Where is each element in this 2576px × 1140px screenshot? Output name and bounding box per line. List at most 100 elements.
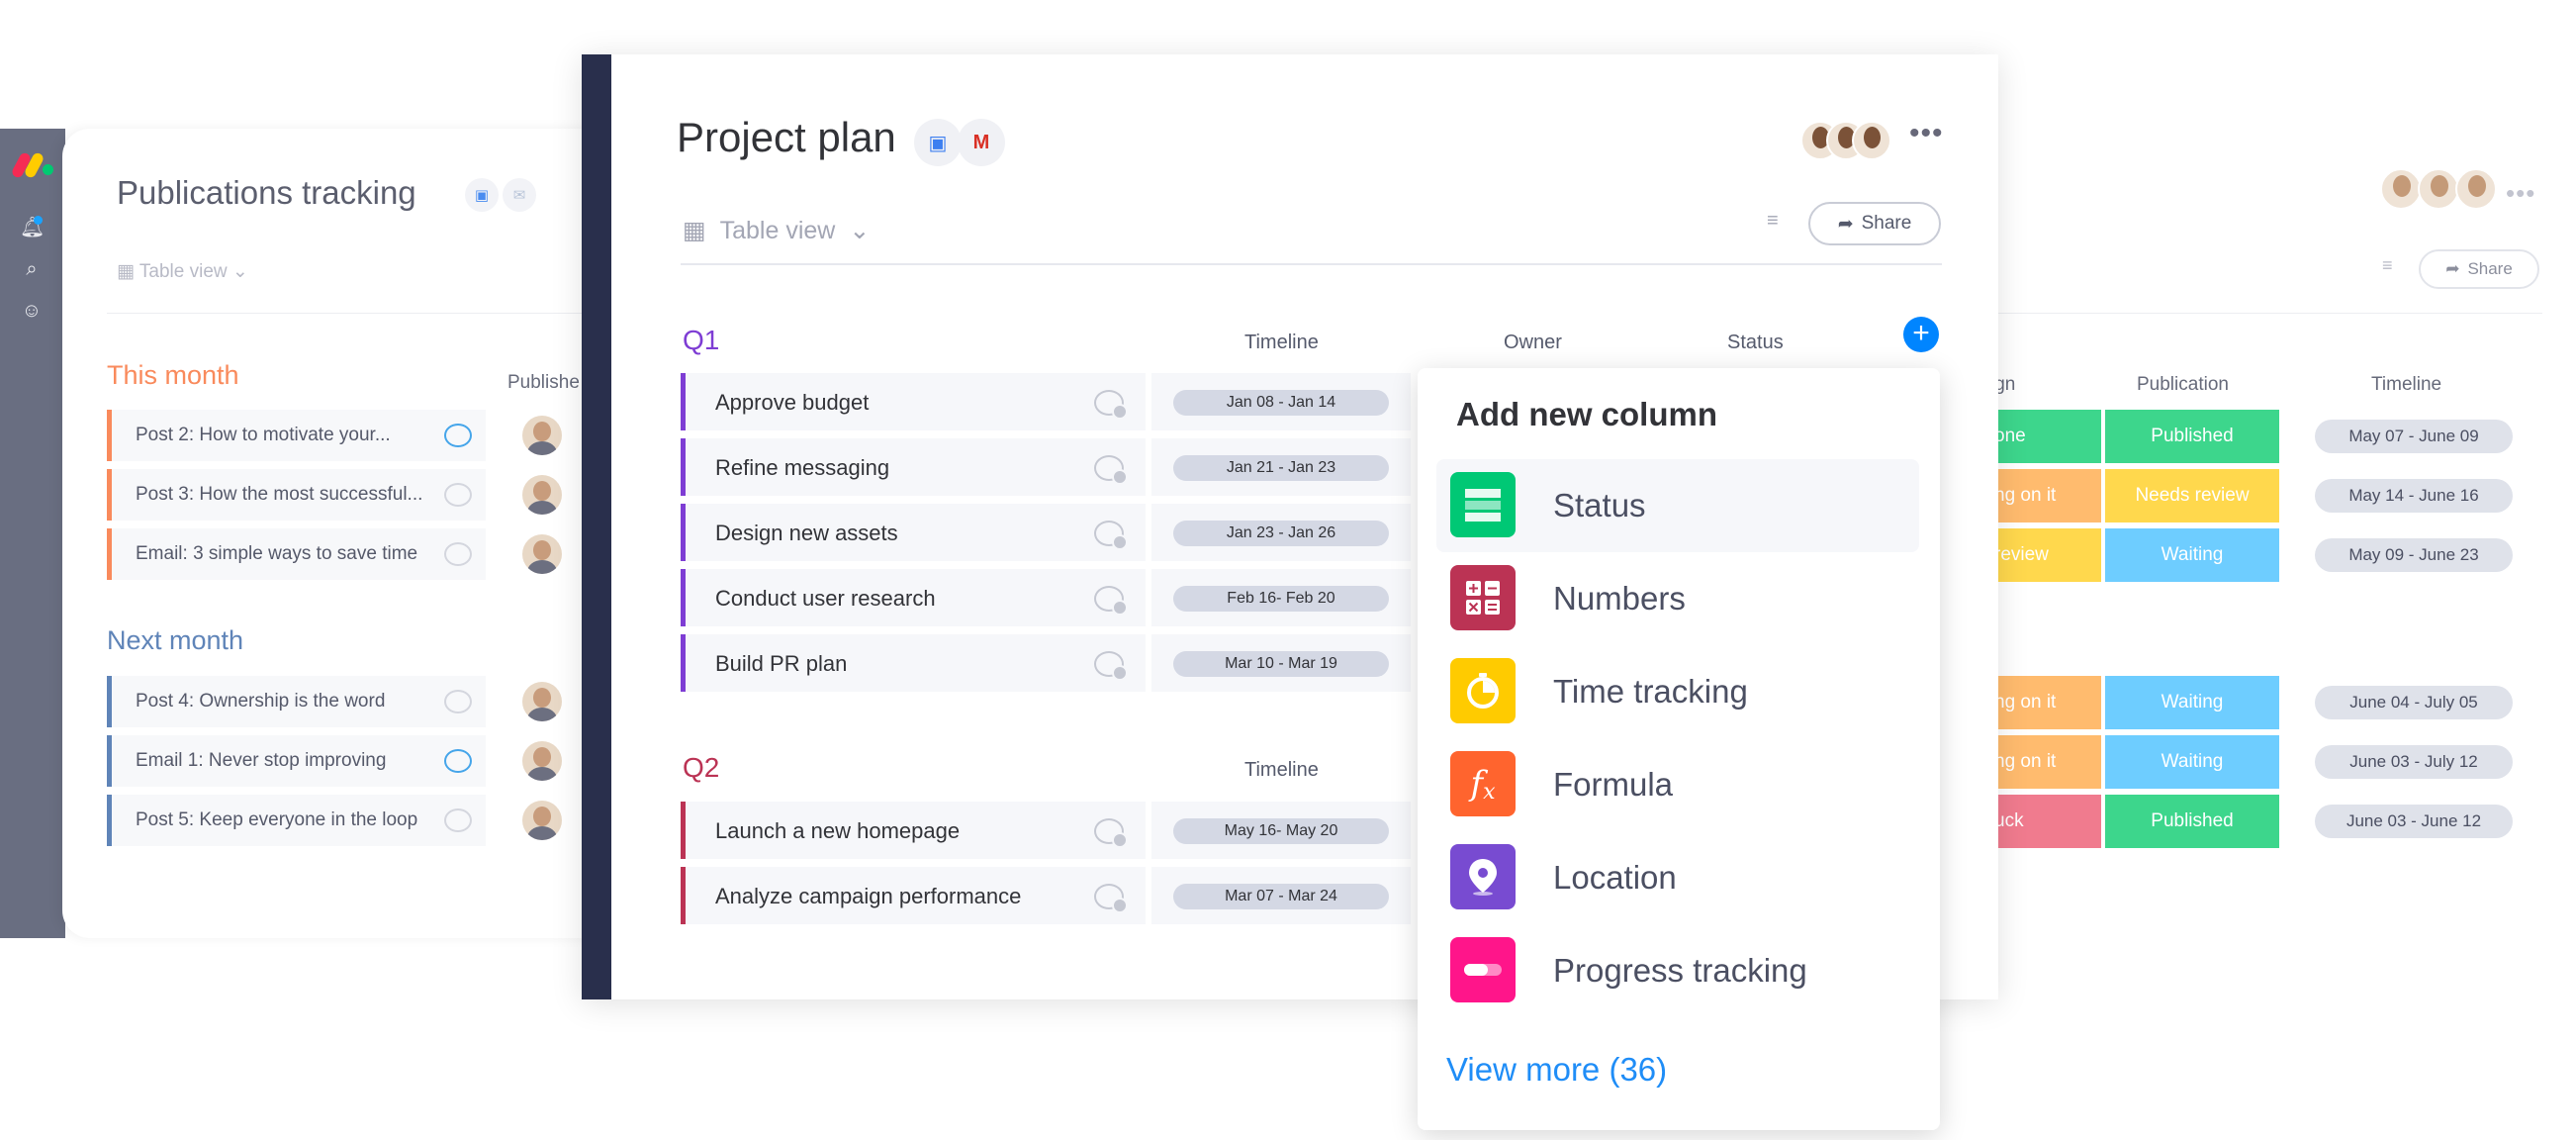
timeline-cell[interactable]: Jan 23 - Jan 26 (1151, 504, 1411, 561)
item-title[interactable]: Build PR plan (715, 651, 847, 677)
share-button[interactable]: ➦ Share (1808, 202, 1941, 245)
share-button-background[interactable]: ➦ Share (2419, 249, 2539, 289)
design-status-cell[interactable]: ng on it (1992, 735, 2101, 789)
table-row[interactable]: Analyze campaign performance (681, 867, 1146, 924)
design-status-cell[interactable]: ng on it (1992, 469, 2101, 522)
avatar (2418, 168, 2459, 210)
comment-icon[interactable] (1094, 651, 1128, 681)
table-row[interactable]: Design new assets (681, 504, 1146, 561)
comment-icon[interactable] (1094, 586, 1128, 616)
avatar (1852, 121, 1891, 160)
filter-icon[interactable]: ≡ (2382, 255, 2393, 276)
timeline-pill[interactable]: June 04 - July 05 (2315, 686, 2513, 719)
comment-icon[interactable] (1094, 455, 1128, 485)
item-title[interactable]: Analyze campaign performance (715, 884, 1021, 909)
table-row[interactable]: Build PR plan (681, 634, 1146, 692)
comment-icon[interactable] (444, 690, 472, 713)
design-status-cell[interactable]: review (1992, 528, 2101, 582)
timeline-pill[interactable]: May 09 - June 23 (2315, 538, 2513, 572)
comment-icon[interactable] (1094, 390, 1128, 420)
design-status-cell[interactable]: uck (1992, 795, 2101, 848)
notification-badge (34, 216, 43, 225)
list-item[interactable]: Post 2: How to motivate your... (107, 410, 486, 461)
comment-icon[interactable] (444, 483, 472, 507)
list-item[interactable]: Post 4: Ownership is the word (107, 676, 486, 727)
comment-icon[interactable] (1094, 521, 1128, 550)
item-title[interactable]: Conduct user research (715, 586, 936, 612)
list-item[interactable]: Email: 3 simple ways to save time (107, 528, 486, 580)
gmail-integration-icon: M (958, 119, 1005, 166)
column-option-progress-tracking[interactable]: Progress tracking (1436, 924, 1919, 1017)
column-header-status: Status (1727, 332, 1784, 353)
timeline-pill: Jan 21 - Jan 23 (1173, 455, 1389, 481)
comment-icon[interactable] (444, 424, 472, 447)
timeline-cell[interactable]: Mar 07 - Mar 24 (1151, 867, 1411, 924)
list-item[interactable]: Email 1: Never stop improving (107, 735, 486, 787)
design-status-cell[interactable]: ng on it (1992, 676, 2101, 729)
column-option-numbers[interactable]: Numbers (1436, 552, 1919, 645)
publication-status-cell[interactable]: Published (2105, 410, 2279, 463)
publication-status-cell[interactable]: Waiting (2105, 676, 2279, 729)
comment-icon[interactable] (1094, 884, 1128, 913)
column-header-timeline: Timeline (2371, 374, 2442, 395)
monday-logo-icon (10, 150, 55, 182)
timeline-cell[interactable]: May 16- May 20 (1151, 802, 1411, 859)
timeline-cell[interactable]: Jan 21 - Jan 23 (1151, 438, 1411, 496)
publication-status-cell[interactable]: Waiting (2105, 735, 2279, 789)
calendar-integration-icon: ▣ (465, 178, 499, 212)
more-options-icon[interactable]: ••• (1909, 117, 1944, 150)
share-icon: ➦ (2445, 259, 2460, 278)
column-header-timeline: Timeline (1244, 332, 1319, 353)
search-icon[interactable]: ⌕ (20, 257, 44, 281)
list-item[interactable]: Post 3: How the most successful... (107, 469, 486, 521)
left-nav-rail: 🔔︎ ⌕ ☺ (0, 129, 65, 938)
table-row[interactable]: Refine messaging (681, 438, 1146, 496)
table-row[interactable]: Approve budget (681, 373, 1146, 430)
timeline-cell[interactable]: Mar 10 - Mar 19 (1151, 634, 1411, 692)
item-title[interactable]: Launch a new homepage (715, 818, 960, 844)
avatar (522, 475, 562, 515)
calendar-integration-icon: ▣ (914, 119, 962, 166)
comment-icon[interactable] (1094, 818, 1128, 848)
column-option-status[interactable]: Status (1436, 459, 1919, 552)
item-title[interactable]: Design new assets (715, 521, 898, 546)
timeline-pill[interactable]: June 03 - June 12 (2315, 805, 2513, 838)
timeline-pill[interactable]: May 14 - June 16 (2315, 479, 2513, 513)
avatar (522, 801, 562, 840)
table-row[interactable]: Launch a new homepage (681, 802, 1146, 859)
column-option-formula[interactable]: fx Formula (1436, 738, 1919, 831)
column-option-time-tracking[interactable]: Time tracking (1436, 645, 1919, 738)
group-title-this-month: This month (107, 360, 239, 390)
comment-icon[interactable] (444, 808, 472, 832)
timeline-pill[interactable]: June 03 - July 12 (2315, 745, 2513, 779)
timeline-pill[interactable]: May 07 - June 09 (2315, 420, 2513, 453)
table-view-selector-background[interactable]: ▦ Table view ⌄ (117, 260, 248, 283)
table-view-selector[interactable]: ▦ Table view ⌄ (683, 216, 870, 245)
formula-icon: fx (1450, 751, 1516, 816)
location-icon (1450, 844, 1516, 909)
timeline-cell[interactable]: Feb 16- Feb 20 (1151, 569, 1411, 626)
publication-status-cell[interactable]: Published (2105, 795, 2279, 848)
item-title[interactable]: Approve budget (715, 390, 869, 416)
timeline-pill: Jan 08 - Jan 14 (1173, 390, 1389, 416)
comment-icon[interactable] (444, 542, 472, 566)
avatar (2455, 168, 2497, 210)
filter-icon[interactable]: ≡ (1767, 210, 1779, 233)
table-row[interactable]: Conduct user research (681, 569, 1146, 626)
comment-icon[interactable] (444, 749, 472, 773)
add-user-icon[interactable]: ☺ (20, 299, 44, 323)
add-column-button[interactable]: + (1903, 317, 1939, 352)
publication-status-cell[interactable]: Needs review (2105, 469, 2279, 522)
numbers-icon (1450, 565, 1516, 630)
timeline-pill: Jan 23 - Jan 26 (1173, 521, 1389, 546)
timeline-pill: Mar 07 - Mar 24 (1173, 884, 1389, 909)
publication-status-cell[interactable]: Waiting (2105, 528, 2279, 582)
view-more-link[interactable]: View more (36) (1446, 1051, 1667, 1089)
status-icon (1450, 472, 1516, 537)
timeline-cell[interactable]: Jan 08 - Jan 14 (1151, 373, 1411, 430)
more-options-icon[interactable]: ••• (2506, 178, 2535, 209)
design-status-cell[interactable]: one (1992, 410, 2101, 463)
item-title[interactable]: Refine messaging (715, 455, 889, 481)
column-option-location[interactable]: Location (1436, 831, 1919, 924)
list-item[interactable]: Post 5: Keep everyone in the loop (107, 795, 486, 846)
